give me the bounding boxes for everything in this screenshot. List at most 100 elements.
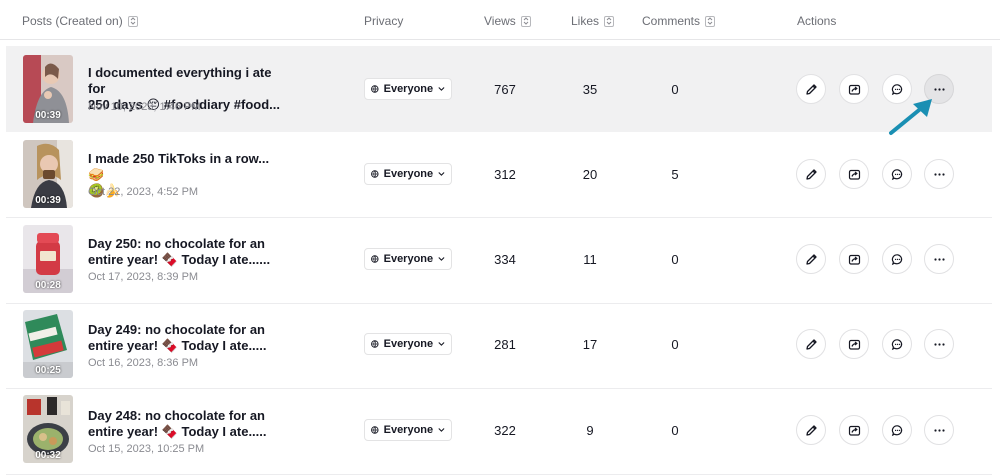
- column-header-posts[interactable]: Posts (Created on): [22, 14, 138, 28]
- post-date: Oct 16, 2023, 8:36 PM: [88, 357, 199, 369]
- column-label-likes: Likes: [571, 14, 600, 28]
- video-thumbnail[interactable]: 00:25: [23, 310, 73, 378]
- share-button[interactable]: [839, 415, 869, 445]
- post-title[interactable]: Day 250: no chocolate for an entire year…: [88, 236, 288, 268]
- privacy-select[interactable]: Everyone: [364, 333, 452, 355]
- edit-button[interactable]: [796, 159, 826, 189]
- sort-icon[interactable]: [705, 15, 716, 27]
- column-header-views[interactable]: Views: [484, 14, 531, 28]
- comments-count: 0: [671, 337, 679, 352]
- column-header-privacy: Privacy: [364, 14, 403, 28]
- edit-button[interactable]: [796, 329, 826, 359]
- comments-count: 0: [671, 423, 679, 438]
- views-count: 334: [494, 252, 516, 267]
- share-button[interactable]: [839, 74, 869, 104]
- column-header-likes[interactable]: Likes: [571, 14, 615, 28]
- comments-button[interactable]: [882, 329, 912, 359]
- sort-icon[interactable]: [127, 15, 138, 27]
- edit-button[interactable]: [796, 415, 826, 445]
- comments-button[interactable]: [882, 415, 912, 445]
- table-header: Posts (Created on) Privacy Views Likes C…: [0, 0, 1000, 40]
- more-options-button[interactable]: [924, 244, 954, 274]
- comment-icon: [891, 168, 902, 180]
- globe-icon: [371, 85, 379, 93]
- video-duration: 00:25: [35, 365, 61, 376]
- sort-icon[interactable]: [520, 15, 531, 27]
- likes-count: 17: [582, 337, 598, 352]
- more-options-button[interactable]: [924, 159, 954, 189]
- comment-icon: [891, 253, 902, 265]
- table-row[interactable]: 00:39 I documented everything i ate for …: [6, 46, 992, 132]
- post-title-line: Day 249: no chocolate for an: [88, 322, 265, 337]
- post-date: Nov 10, 2023, 1:46 PM: [88, 101, 201, 113]
- more-icon: [933, 87, 945, 91]
- edit-button[interactable]: [796, 244, 826, 274]
- chevron-down-icon: [438, 172, 445, 176]
- share-button[interactable]: [839, 159, 869, 189]
- views-count: 281: [494, 337, 516, 352]
- pencil-icon: [805, 338, 817, 350]
- views-count: 322: [494, 423, 516, 438]
- globe-icon: [371, 340, 379, 348]
- post-date: Oct 15, 2023, 10:25 PM: [88, 443, 205, 455]
- more-icon: [933, 257, 945, 261]
- more-options-button[interactable]: [924, 415, 954, 445]
- table-row[interactable]: 00:28 Day 250: no chocolate for an entir…: [6, 218, 992, 304]
- comments-count: 5: [671, 167, 679, 182]
- post-title-line: entire year! 🍫 Today I ate.....: [88, 338, 267, 353]
- column-header-actions: Actions: [797, 14, 836, 28]
- views-count: 312: [494, 167, 516, 182]
- pencil-icon: [805, 83, 817, 95]
- chevron-down-icon: [438, 257, 445, 261]
- annotation-arrow: [889, 99, 932, 135]
- table-row[interactable]: 00:25 Day 249: no chocolate for an entir…: [6, 303, 992, 389]
- comment-icon: [891, 83, 902, 95]
- column-header-comments[interactable]: Comments: [642, 14, 716, 28]
- share-icon: [848, 425, 860, 436]
- comment-icon: [891, 338, 902, 350]
- video-thumbnail[interactable]: 00:39: [23, 140, 73, 208]
- chevron-down-icon: [438, 428, 445, 432]
- comments-button[interactable]: [882, 159, 912, 189]
- edit-button[interactable]: [796, 74, 826, 104]
- share-icon: [848, 169, 860, 180]
- privacy-select[interactable]: Everyone: [364, 248, 452, 270]
- pencil-icon: [805, 424, 817, 436]
- post-title[interactable]: Day 249: no chocolate for an entire year…: [88, 322, 288, 354]
- more-options-button[interactable]: [924, 329, 954, 359]
- column-label-comments: Comments: [642, 14, 701, 28]
- globe-icon: [371, 426, 379, 434]
- globe-icon: [371, 170, 379, 178]
- share-button[interactable]: [839, 244, 869, 274]
- column-label-posts: Posts (Created on): [22, 14, 123, 28]
- privacy-select[interactable]: Everyone: [364, 163, 452, 185]
- chevron-down-icon: [438, 87, 445, 91]
- share-icon: [848, 84, 860, 95]
- privacy-select[interactable]: Everyone: [364, 419, 452, 441]
- post-title-line: entire year! 🍫 Today I ate......: [88, 252, 271, 267]
- likes-count: 20: [582, 167, 598, 182]
- privacy-value: Everyone: [383, 424, 434, 436]
- globe-icon: [371, 255, 379, 263]
- comments-count: 0: [671, 252, 679, 267]
- comments-button[interactable]: [882, 244, 912, 274]
- privacy-value: Everyone: [383, 83, 434, 95]
- video-duration: 00:32: [35, 450, 61, 461]
- sort-icon[interactable]: [604, 15, 615, 27]
- privacy-select[interactable]: Everyone: [364, 78, 452, 100]
- post-title[interactable]: Day 248: no chocolate for an entire year…: [88, 408, 288, 440]
- video-thumbnail[interactable]: 00:32: [23, 395, 73, 463]
- more-icon: [933, 342, 945, 346]
- more-icon: [933, 428, 945, 432]
- chevron-down-icon: [438, 342, 445, 346]
- more-icon: [933, 172, 945, 176]
- post-date: Oct 17, 2023, 8:39 PM: [88, 271, 199, 283]
- post-title-line: Day 248: no chocolate for an: [88, 408, 265, 423]
- table-row[interactable]: 00:32 Day 248: no chocolate for an entir…: [6, 389, 992, 475]
- share-button[interactable]: [839, 329, 869, 359]
- pencil-icon: [805, 253, 817, 265]
- privacy-value: Everyone: [383, 253, 434, 265]
- table-row[interactable]: 00:39 I made 250 TikToks in a row... 🥪 🥝…: [6, 132, 992, 218]
- video-thumbnail[interactable]: 00:28: [23, 225, 73, 293]
- video-thumbnail[interactable]: 00:39: [23, 55, 73, 123]
